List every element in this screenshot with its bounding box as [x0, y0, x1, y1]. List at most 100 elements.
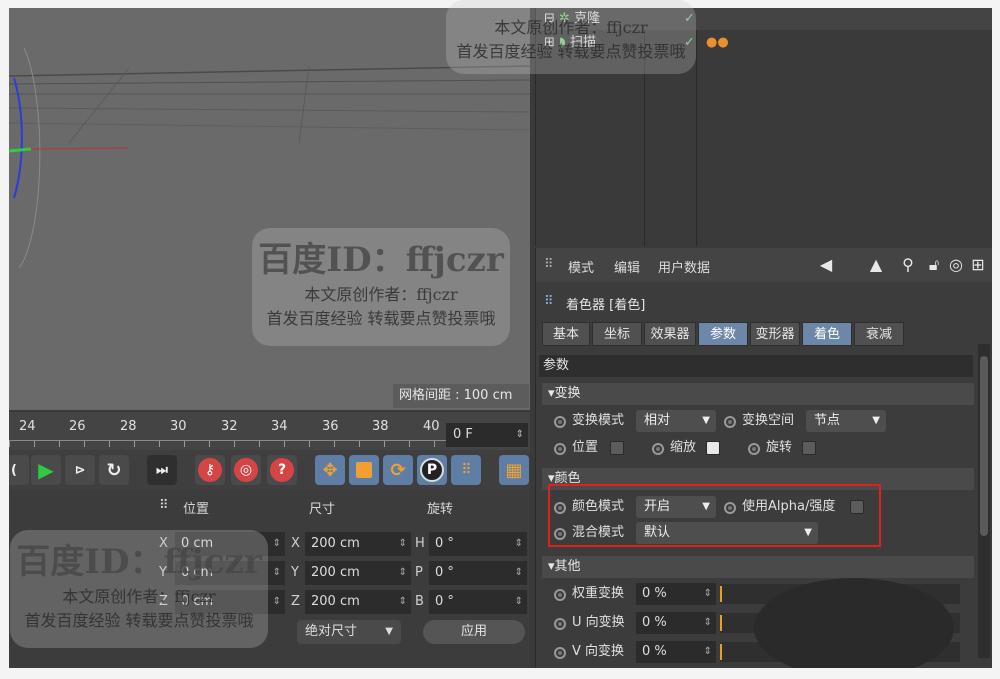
v-transform-field[interactable]: 0 % ⇕ — [636, 641, 716, 663]
position-checkbox[interactable] — [610, 441, 624, 455]
tab-coord[interactable]: 坐标 — [592, 322, 642, 346]
skip-end-icon: ⏭ — [156, 462, 168, 478]
tab-parameter[interactable]: 参数 — [698, 322, 748, 346]
spinner-icon[interactable]: ⇕ — [516, 423, 524, 447]
rotation-p-field[interactable]: 0 ° ⇕ — [429, 561, 527, 585]
tick-label: 24 — [19, 419, 36, 434]
tick-label: 40 — [423, 419, 440, 434]
current-frame-field[interactable]: 0 F ⇕ — [446, 423, 528, 447]
slider-handle[interactable] — [720, 586, 722, 602]
position-label: 位置 — [572, 440, 599, 455]
axis-label: X — [291, 536, 300, 551]
tab-deformer[interactable]: 变形器 — [750, 322, 800, 346]
animate-radio[interactable] — [748, 443, 760, 455]
animate-radio[interactable] — [724, 416, 736, 428]
tab-shading[interactable]: 着色 — [802, 322, 852, 346]
axis-label: Y — [291, 565, 299, 580]
tab-basic[interactable]: 基本 — [542, 322, 590, 346]
tag-dots-icon[interactable]: ●● — [706, 32, 729, 54]
animate-radio[interactable] — [554, 618, 566, 630]
up-arrow-icon[interactable]: ▲ — [866, 255, 886, 275]
group-title: 其他 — [554, 559, 581, 574]
record-keys-button[interactable]: ⚷ — [195, 455, 225, 485]
size-mode-dropdown[interactable]: 绝对尺寸 ▼ — [297, 620, 401, 644]
key-help-button[interactable]: ? — [267, 455, 297, 485]
size-x-field[interactable]: 200 cm ⇕ — [305, 532, 411, 556]
menu-user-data[interactable]: 用户数据 — [658, 257, 710, 276]
rotation-h-field[interactable]: 0 ° ⇕ — [429, 532, 527, 556]
menu-mode[interactable]: 模式 — [568, 257, 594, 276]
weight-transform-field[interactable]: 0 % ⇕ — [636, 583, 716, 605]
pla-key-button[interactable]: ⠿ — [451, 455, 481, 485]
lock-icon[interactable]: 🔓︎ — [924, 255, 944, 275]
apply-button[interactable]: 应用 — [423, 620, 525, 644]
slider-handle[interactable] — [720, 615, 722, 631]
rotation-checkbox[interactable] — [802, 441, 816, 455]
next-frame-button[interactable]: ⊳ — [65, 455, 95, 485]
column-divider — [696, 8, 697, 246]
axis-label: H — [415, 536, 425, 551]
annotation-highlight-box — [548, 484, 881, 547]
rotate-key-button[interactable]: ⟳ — [383, 455, 413, 485]
group-other[interactable]: ▾其他 — [542, 556, 974, 578]
attribute-scrollbar[interactable] — [978, 344, 990, 658]
field-value: 0 ° — [435, 565, 454, 580]
transform-mode-dropdown[interactable]: 相对 ▼ — [636, 410, 716, 432]
back-arrow-icon[interactable]: ◀ — [816, 255, 836, 275]
new-panel-icon[interactable]: ⊞ — [968, 255, 988, 275]
slider-handle[interactable] — [720, 644, 722, 660]
group-transform[interactable]: ▾变换 — [542, 383, 974, 405]
tab-effector[interactable]: 效果器 — [644, 322, 696, 346]
search-icon[interactable]: ⚲ — [898, 255, 918, 275]
loop-button[interactable]: ↻ — [99, 455, 129, 485]
chevron-down-icon: ▼ — [702, 415, 710, 426]
question-icon: ? — [270, 458, 294, 482]
scale-key-button[interactable] — [349, 455, 379, 485]
animate-radio[interactable] — [554, 443, 566, 455]
param-key-button[interactable]: P — [417, 455, 447, 485]
play-icon: ▶ — [38, 458, 54, 482]
tick-label: 32 — [221, 419, 238, 434]
param-label: V 向变换 — [572, 644, 625, 659]
watermark-line2: 首发百度经验 转载要点赞投票哦 — [456, 42, 686, 61]
watermark: 百度ID：ffjczr 本文原创作者：ffjczr 首发百度经验 转载要点赞投票… — [252, 232, 510, 329]
move-key-button[interactable]: ✥ — [315, 455, 345, 485]
transform-space-dropdown[interactable]: 节点 ▼ — [806, 410, 886, 432]
key-icon: ⚷ — [198, 458, 222, 482]
field-value: 0 % — [642, 644, 667, 659]
animate-radio[interactable] — [652, 443, 664, 455]
field-value: 200 cm — [311, 565, 360, 580]
size-z-field[interactable]: 200 cm ⇕ — [305, 590, 411, 614]
timeline[interactable]: 24 26 28 30 32 34 36 38 40 0 F ⇕ — [9, 412, 530, 450]
play-button[interactable]: ▶ — [31, 455, 61, 485]
timeline-ruler[interactable] — [9, 440, 446, 447]
timeline-button[interactable]: ▦ — [499, 455, 529, 485]
menu-edit[interactable]: 编辑 — [614, 257, 640, 276]
prev-frame-button[interactable]: ( — [9, 455, 29, 485]
dropdown-value: 绝对尺寸 — [305, 624, 358, 639]
watermark-line1: 本文原创作者：ffjczr — [62, 587, 216, 606]
scale-checkbox[interactable] — [706, 441, 720, 455]
size-y-field[interactable]: 200 cm ⇕ — [305, 561, 411, 585]
watermark: 本文原创作者：ffjczr 首发百度经验 转载要点赞投票哦 — [446, 14, 696, 62]
param-p-icon: P — [420, 458, 444, 482]
go-to-end-button[interactable]: ⏭ — [147, 455, 177, 485]
field-value: 200 cm — [311, 536, 360, 551]
tab-falloff[interactable]: 衰减 — [854, 322, 904, 346]
transport-bar: ( ▶ ⊳ ↻ ⏭ ⚷ ◎ ? ✥ ⟳ P ⠿ ▦ — [9, 450, 530, 490]
field-value: 0 ° — [435, 594, 454, 609]
animate-radio[interactable] — [554, 416, 566, 428]
auto-key-button[interactable]: ◎ — [231, 455, 261, 485]
scroll-thumb[interactable] — [980, 356, 988, 536]
auto-key-icon: ◎ — [234, 458, 258, 482]
u-transform-field[interactable]: 0 % ⇕ — [636, 612, 716, 634]
animate-radio[interactable] — [554, 589, 566, 601]
object-title: 着色器 [着色] — [566, 298, 646, 313]
target-icon[interactable]: ◎ — [946, 255, 966, 275]
rotation-b-field[interactable]: 0 ° ⇕ — [429, 590, 527, 614]
dropdown-value: 相对 — [644, 413, 671, 428]
axis-label: B — [415, 594, 424, 609]
animate-radio[interactable] — [554, 647, 566, 659]
film-icon: ▦ — [505, 459, 523, 481]
section-parameter: 参数 — [539, 355, 973, 377]
